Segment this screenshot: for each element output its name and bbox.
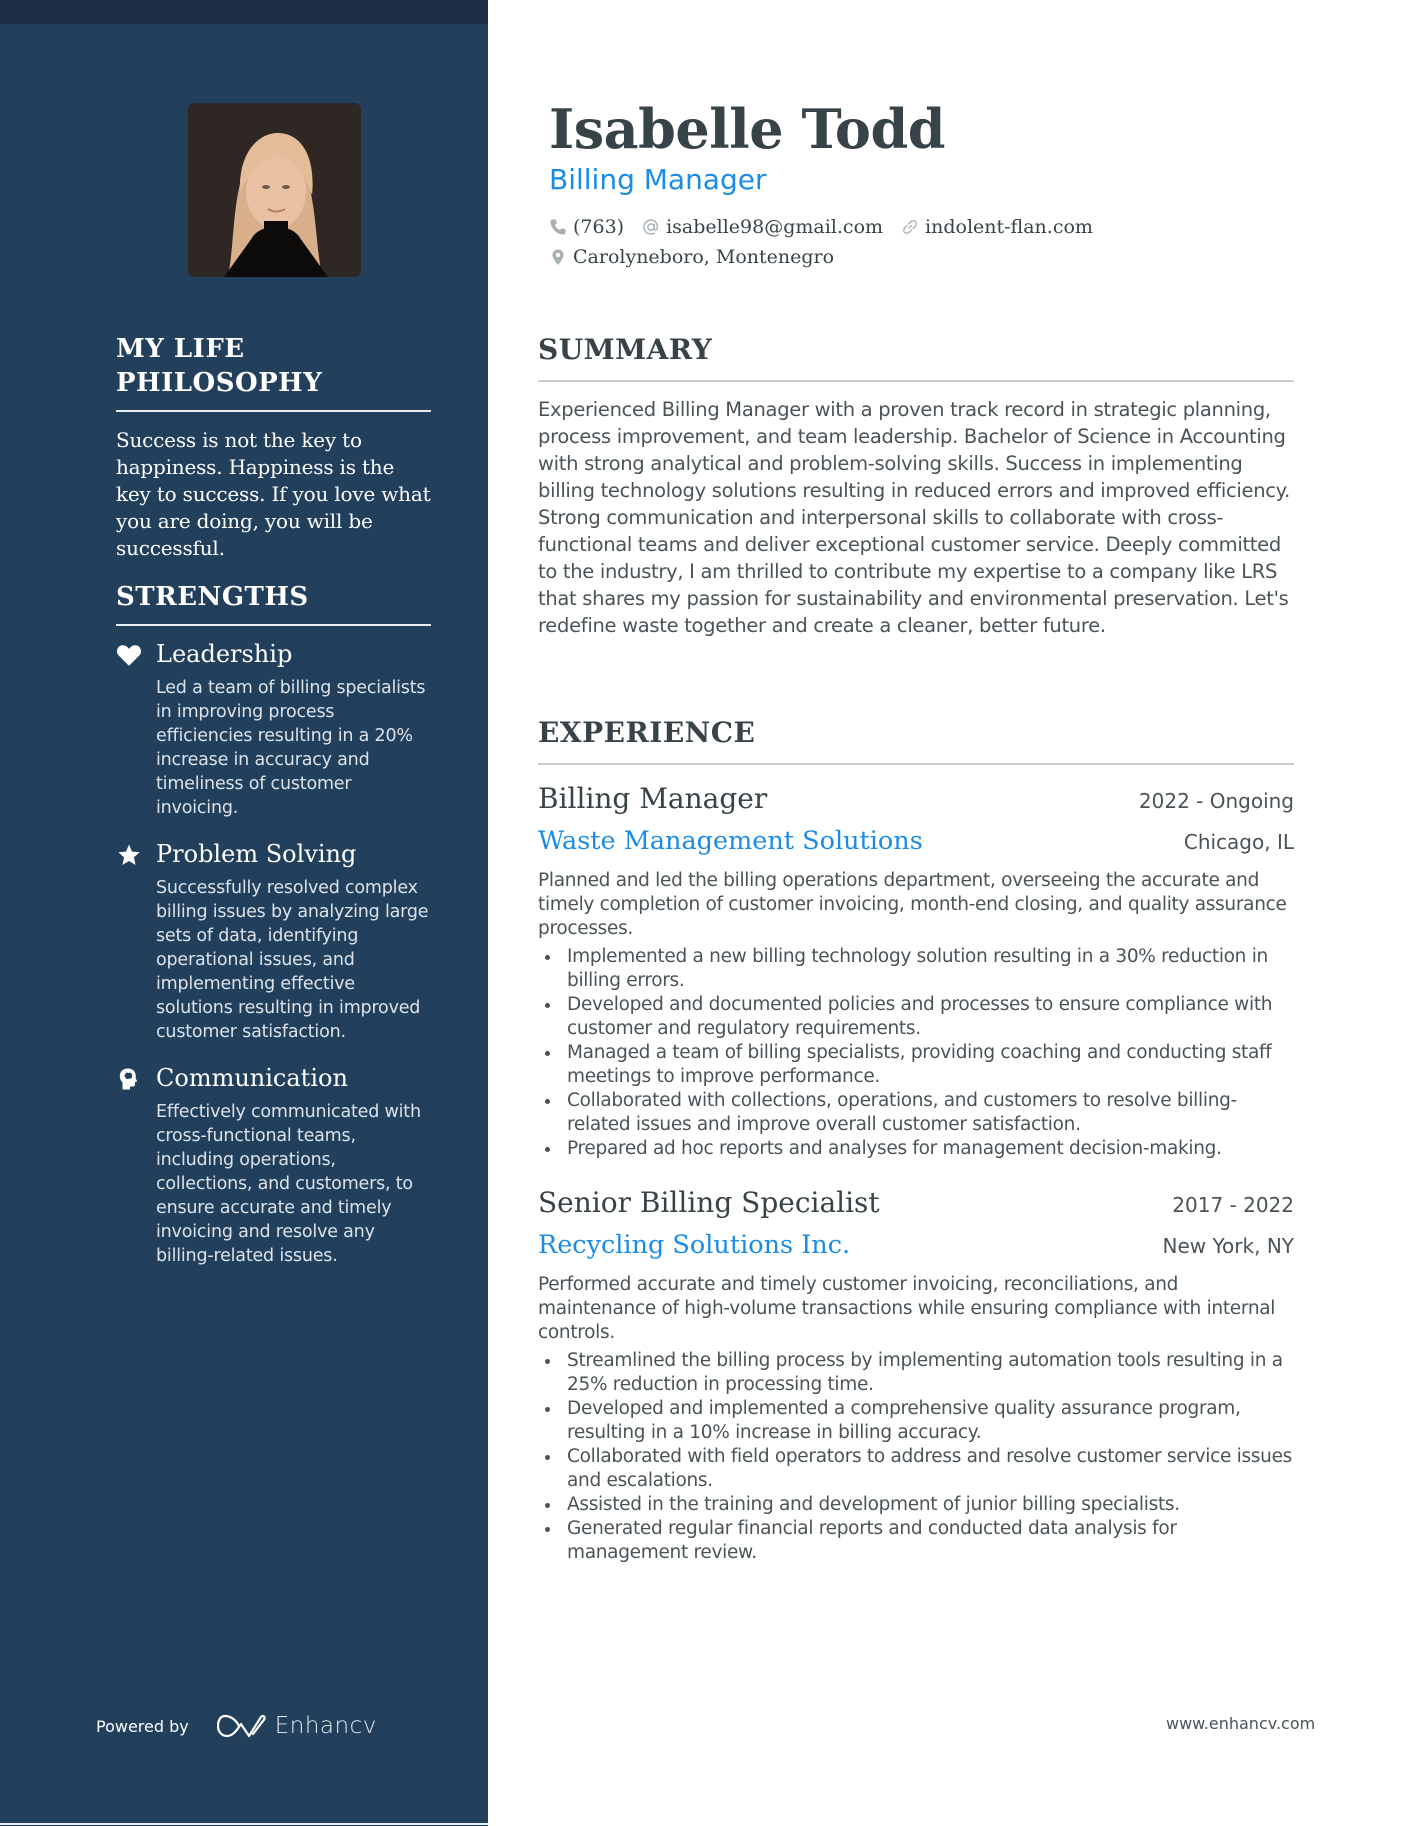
philosophy-text: Success is not the key to happiness. Hap… xyxy=(116,428,431,560)
strength-item: Communication Effectively communicated w… xyxy=(116,1062,431,1268)
strength-name: Problem Solving xyxy=(156,840,357,868)
job-description: Performed accurate and timely customer i… xyxy=(538,1274,1276,1343)
star-icon xyxy=(116,843,142,867)
job-description: Planned and led the billing operations d… xyxy=(538,870,1287,939)
job-bullet: Generated regular financial reports and … xyxy=(538,1517,1294,1565)
at-icon xyxy=(642,218,660,236)
sidebar: MY LIFE PHILOSOPHY Success is not the ke… xyxy=(0,0,488,1826)
strength-description: Led a team of billing specialists in imp… xyxy=(156,678,426,818)
contact-location: Carolyneboro, Montenegro xyxy=(549,246,834,268)
job-bullet: Developed and documented policies and pr… xyxy=(538,993,1294,1041)
strength-item: Leadership Led a team of billing special… xyxy=(116,638,431,820)
job-bullet: Managed a team of billing specialists, p… xyxy=(538,1041,1294,1089)
enhancv-logo-icon[interactable] xyxy=(216,1712,267,1740)
job-dates: 2017 - 2022 xyxy=(1172,1193,1294,1217)
job-bullets: Streamlined the billing process by imple… xyxy=(538,1349,1294,1565)
strength-description: Successfully resolved complex billing is… xyxy=(156,878,429,1042)
job-bullets: Implemented a new billing technology sol… xyxy=(538,945,1294,1161)
experience-title: EXPERIENCE xyxy=(538,715,1294,765)
enhancv-website-link[interactable]: www.enhancv.com xyxy=(1166,1714,1315,1733)
job-company: Recycling Solutions Inc. xyxy=(538,1230,851,1260)
summary-section: SUMMARY Experienced Billing Manager with… xyxy=(538,332,1294,639)
enhancv-brand[interactable]: Enhancv xyxy=(275,1713,377,1739)
location-value: Carolyneboro, Montenegro xyxy=(573,246,835,268)
contact-info: (763) isabelle98@gmail.com indolent-flan… xyxy=(549,212,1111,272)
contact-phone[interactable]: (763) xyxy=(549,216,624,238)
sidebar-bottom-line xyxy=(0,1823,488,1825)
job-dates: 2022 - Ongoing xyxy=(1138,789,1294,813)
job-company: Waste Management Solutions xyxy=(538,826,923,856)
phone-icon xyxy=(549,218,567,236)
job-bullet: Streamlined the billing process by imple… xyxy=(538,1349,1294,1397)
job-bullet: Implemented a new billing technology sol… xyxy=(538,945,1294,993)
strength-item: Problem Solving Successfully resolved co… xyxy=(116,838,431,1044)
powered-by: Powered by Enhancv xyxy=(96,1712,377,1740)
summary-text: Experienced Billing Manager with a prove… xyxy=(538,398,1291,637)
job-entry: Senior Billing Specialist 2017 - 2022 Re… xyxy=(538,1183,1294,1565)
job-bullet: Collaborated with field operators to add… xyxy=(538,1445,1294,1493)
job-title: Senior Billing Specialist xyxy=(538,1186,880,1219)
website-value: indolent-flan.com xyxy=(925,216,1093,238)
portrait-illustration xyxy=(188,103,361,277)
job-bullet: Collaborated with collections, operation… xyxy=(538,1089,1294,1137)
heart-icon xyxy=(116,643,142,667)
candidate-name: Isabelle Todd xyxy=(549,97,945,161)
powered-by-label: Powered by xyxy=(96,1716,189,1736)
sidebar-top-band xyxy=(0,0,488,24)
philosophy-section: MY LIFE PHILOSOPHY Success is not the ke… xyxy=(116,332,431,562)
job-location: New York, NY xyxy=(1162,1234,1294,1258)
profile-photo xyxy=(188,103,361,277)
head-brain-icon xyxy=(116,1067,142,1091)
strength-name: Communication xyxy=(156,1064,348,1092)
link-icon xyxy=(901,218,919,236)
phone-value: (763) xyxy=(573,216,625,238)
contact-email[interactable]: isabelle98@gmail.com xyxy=(642,216,883,238)
job-title: Billing Manager xyxy=(538,782,768,815)
map-pin-icon xyxy=(549,248,567,266)
strengths-title: STRENGTHS xyxy=(116,580,431,626)
job-location: Chicago, IL xyxy=(1183,830,1294,854)
strengths-section: STRENGTHS Leadership Led a team of billi… xyxy=(116,580,431,1268)
contact-website[interactable]: indolent-flan.com xyxy=(901,216,1093,238)
job-entry: Billing Manager 2022 - Ongoing Waste Man… xyxy=(538,779,1294,1161)
summary-title: SUMMARY xyxy=(538,332,1294,382)
email-value: isabelle98@gmail.com xyxy=(666,216,884,238)
strength-description: Effectively communicated with cross-func… xyxy=(156,1102,421,1266)
candidate-title: Billing Manager xyxy=(549,163,767,196)
job-bullet: Prepared ad hoc reports and analyses for… xyxy=(538,1137,1294,1161)
experience-section: EXPERIENCE Billing Manager 2022 - Ongoin… xyxy=(538,715,1294,1565)
resume-header: Isabelle Todd Billing Manager (763) isab… xyxy=(549,96,1111,272)
strength-name: Leadership xyxy=(156,640,293,668)
philosophy-title: MY LIFE PHILOSOPHY xyxy=(116,332,431,412)
job-bullet: Assisted in the training and development… xyxy=(538,1493,1294,1517)
job-bullet: Developed and implemented a comprehensiv… xyxy=(538,1397,1294,1445)
